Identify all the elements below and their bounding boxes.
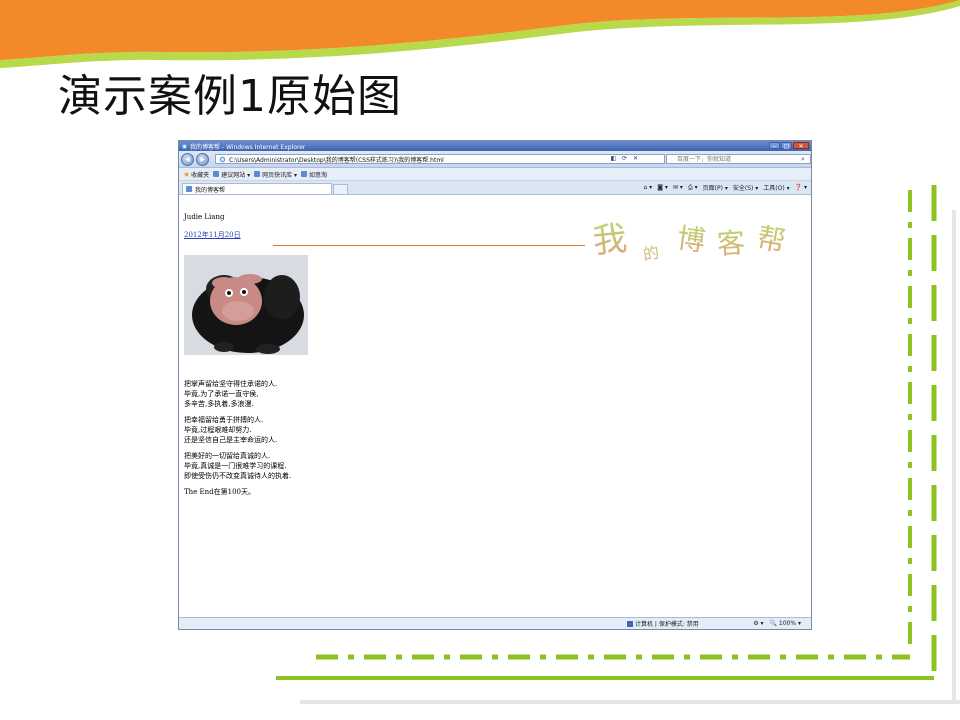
page-menu[interactable]: 页面(P) ▾ <box>703 183 728 192</box>
favorite-item-web-slices[interactable]: 网页快讯库 ▾ <box>254 170 297 179</box>
footer-line: The End在第100天。 <box>184 488 256 496</box>
address-url: C:\Users\Administrator\Desktop\我的博客帮(CSS… <box>229 156 444 164</box>
ie-icon <box>181 143 188 149</box>
back-button[interactable]: ◀ <box>181 152 194 166</box>
stanza-3: 把美好的一切留给真诚的人. 毕竟,真诚是一门很难学习的课程. 即使受伤仍不改变真… <box>184 451 291 481</box>
computer-icon <box>627 620 633 627</box>
security-zone[interactable]: 计算机 | 保护模式: 禁用 <box>627 619 699 628</box>
compatibility-icon[interactable]: ◧ <box>609 154 618 163</box>
command-bar: ⌂ ▾ ◙ ▾ ✉ ▾ ⎙ ▾ 页面(P) ▾ 安全(S) ▾ 工具(O) ▾ … <box>643 183 807 193</box>
poem-line: 把美好的一切留给真诚的人. <box>184 452 271 460</box>
slide-title: 演示案例1原始图 <box>58 71 402 122</box>
mail-icon[interactable]: ✉ ▾ <box>673 184 683 191</box>
search-input[interactable] <box>667 155 797 163</box>
page-icon <box>219 156 226 162</box>
tab-my-blog[interactable]: 我的博客帮 <box>182 183 332 194</box>
favorites-bar: ★ 收藏夹 建议网站 ▾ 网页快讯库 ▾ 如意淘 <box>179 168 811 181</box>
favorite-item-label: 网页快讯库 ▾ <box>262 171 298 179</box>
favorite-item-ruyitao[interactable]: 如意淘 <box>301 170 327 179</box>
refresh-icon[interactable]: ⟳ <box>620 154 629 163</box>
forward-button[interactable]: ▶ <box>196 152 209 166</box>
stop-icon[interactable]: ✕ <box>631 154 640 163</box>
star-icon: ★ <box>183 169 191 179</box>
tab-bar: 我的博客帮 ⌂ ▾ ◙ ▾ ✉ ▾ ⎙ ▾ 页面(P) ▾ 安全(S) ▾ 工具… <box>179 181 811 195</box>
favorite-item-label: 建议网站 ▾ <box>221 171 251 179</box>
orange-divider <box>273 245 585 246</box>
poem-text: 把掌声留给坚守得住承诺的人. 毕竟,为了承诺一直守侯, 多辛苦,多执着,多浪漫.… <box>184 379 291 503</box>
page-content: Judie Liang 2012年11月20日 我 的 博 客 帮 把掌声留给坚… <box>179 195 811 609</box>
minimize-button[interactable]: – <box>769 142 780 150</box>
tab-label: 我的博客帮 <box>195 186 226 194</box>
author-name: Judie Liang <box>184 213 225 221</box>
maximize-button[interactable]: □ <box>781 142 792 150</box>
logo-char: 我 <box>593 218 629 261</box>
poem-line: 还是坚信自己是主宰命运的人. <box>184 436 278 444</box>
zoom-level: 100% <box>778 620 797 627</box>
stanza-1: 把掌声留给坚守得住承诺的人. 毕竟,为了承诺一直守侯, 多辛苦,多执着,多浪漫. <box>184 379 291 409</box>
date-link[interactable]: 2012年11月20日 <box>184 230 241 240</box>
poem-line: 毕竟,为了承诺一直守侯, <box>184 390 259 398</box>
stanza-2: 把幸福留给勇于拼搏的人. 毕竟,过程艰难却努力. 还是坚信自己是主宰命运的人. <box>184 415 291 445</box>
favorite-item-suggested-sites[interactable]: 建议网站 ▾ <box>213 170 250 179</box>
web-slice-icon <box>254 171 261 177</box>
safety-menu[interactable]: 安全(S) ▾ <box>733 183 758 192</box>
poem-line: 多辛苦,多执着,多浪漫. <box>184 400 254 408</box>
logo-char: 博 <box>675 221 707 258</box>
new-tab-button[interactable] <box>333 184 348 194</box>
logo-char: 的 <box>642 243 661 264</box>
poem-line: 把幸福留给勇于拼搏的人. <box>184 416 264 424</box>
favorite-item-label: 如意淘 <box>309 171 328 179</box>
ruyitao-icon <box>301 171 308 177</box>
print-icon[interactable]: ⎙ ▾ <box>688 184 698 192</box>
tools-menu[interactable]: 工具(O) ▾ <box>763 183 789 192</box>
search-box[interactable]: ⌕ <box>666 154 811 164</box>
poem-line: 毕竟,过程艰难却努力. <box>184 426 252 434</box>
home-icon[interactable]: ⌂ ▾ <box>643 184 652 191</box>
protected-mode-icon[interactable]: ⚙ ▾ <box>753 620 763 627</box>
tab-page-icon <box>186 186 192 192</box>
address-bar[interactable]: C:\Users\Administrator\Desktop\我的博客帮(CSS… <box>215 154 665 164</box>
window-title: 我的博客帮 - Windows Internet Explorer <box>190 143 306 151</box>
title-bar: 我的博客帮 - Windows Internet Explorer – □ ✕ <box>179 141 811 151</box>
logo-char: 客 <box>716 226 746 261</box>
sheep-image <box>184 255 308 355</box>
browser-window: 我的博客帮 - Windows Internet Explorer – □ ✕ … <box>178 140 812 630</box>
zoom-control[interactable]: 🔍 100% ▾ <box>770 620 801 627</box>
status-bar: 计算机 | 保护模式: 禁用 ⚙ ▾ 🔍 100% ▾ <box>179 617 811 629</box>
poem-line: 即使受伤仍不改变真诚待人的执着. <box>184 472 292 480</box>
navigation-bar: ◀ ▶ C:\Users\Administrator\Desktop\我的博客帮… <box>179 151 811 168</box>
search-icon[interactable]: ⌕ <box>801 155 805 164</box>
poem-line: 毕竟,真诚是一门很难学习的课程. <box>184 462 287 470</box>
favorites-label: 收藏夹 <box>191 171 210 179</box>
help-icon[interactable]: ❓ ▾ <box>795 184 807 191</box>
logo-char: 帮 <box>755 221 788 258</box>
close-button[interactable]: ✕ <box>793 142 809 150</box>
suggested-sites-icon <box>213 171 220 177</box>
feeds-icon[interactable]: ◙ ▾ <box>657 184 668 191</box>
zone-label: 计算机 | 保护模式: 禁用 <box>635 621 699 628</box>
blog-logo: 我 的 博 客 帮 <box>593 218 788 264</box>
favorites-button[interactable]: ★ 收藏夹 <box>183 170 209 179</box>
poem-line: 把掌声留给坚守得住承诺的人. <box>184 380 278 388</box>
